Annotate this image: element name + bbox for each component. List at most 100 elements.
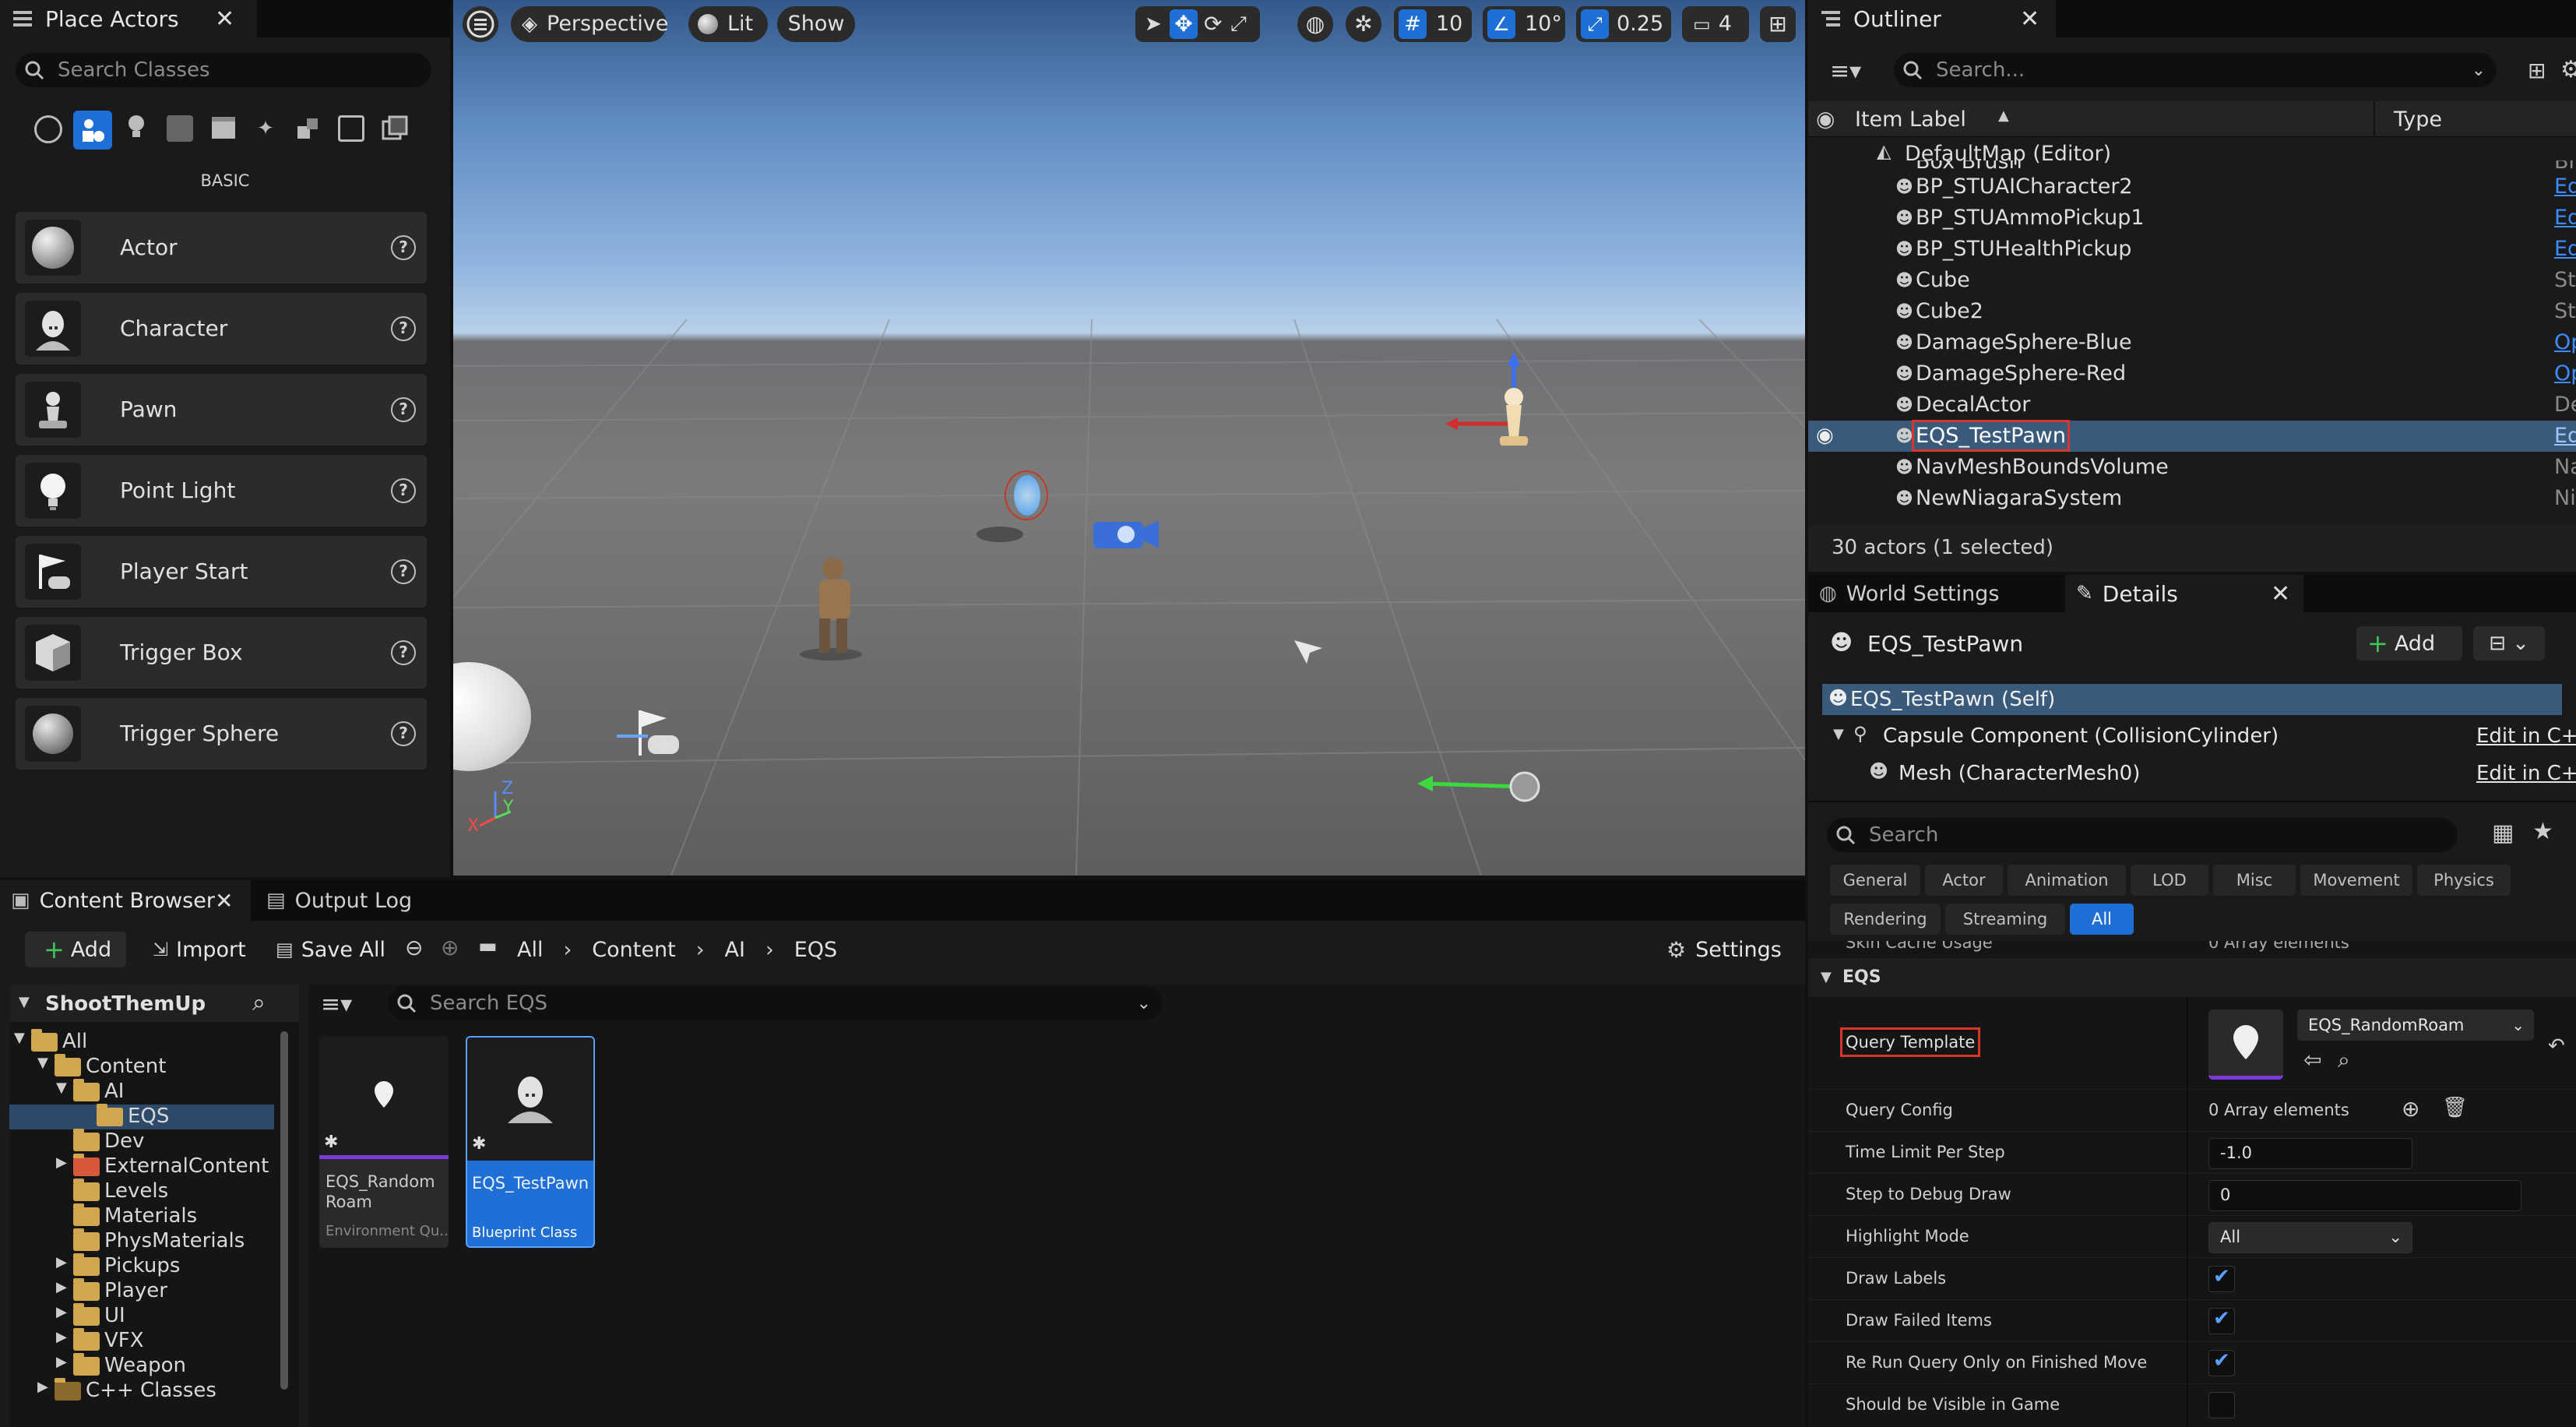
close-icon[interactable]: ✕ xyxy=(2271,580,2290,608)
outliner-row-type[interactable]: Edit BP_STUAmmoP xyxy=(2554,206,2576,230)
search-icon[interactable]: ⌕ xyxy=(252,989,266,1017)
outliner-row[interactable]: ☻BP_STUHealthPickup Edit BP_STUHealthP xyxy=(1808,234,2576,265)
draw-failed-items-checkbox[interactable]: ✔ xyxy=(2208,1307,2235,1334)
tree-item-materials[interactable]: Materials xyxy=(9,1203,274,1229)
chevron-down-icon[interactable]: ▼ xyxy=(19,994,30,1010)
actor-item-character[interactable]: Character ? xyxy=(16,293,427,365)
breadcrumb-item[interactable]: EQS xyxy=(794,938,837,962)
player-start-gizmo[interactable] xyxy=(617,701,695,763)
outliner-row[interactable]: ☻Cube StaticMeshActor xyxy=(1808,265,2576,296)
rerun-query-checkbox[interactable]: ✔ xyxy=(2208,1349,2235,1376)
save-all-button[interactable]: ▤ Save All xyxy=(276,932,392,967)
camera-actor-icon[interactable] xyxy=(1090,511,1162,553)
actor-item-player-start[interactable]: Player Start ? xyxy=(16,536,427,608)
category-all-classes-icon[interactable] xyxy=(382,115,408,142)
actor-item-actor[interactable]: Actor ? xyxy=(16,212,427,284)
trash-icon[interactable]: 🗑 xyxy=(2442,1096,2468,1119)
outliner-row-type[interactable]: Open STUDevDamag xyxy=(2554,330,2576,354)
category-streaming[interactable]: Streaming xyxy=(1945,904,2065,935)
category-actor[interactable]: Actor xyxy=(1925,865,2003,896)
visibility-eye-icon[interactable]: ◉ xyxy=(1816,424,1834,447)
grid-snap-button[interactable]: # 10 xyxy=(1394,6,1472,42)
green-arrow-gizmo[interactable] xyxy=(1411,760,1543,807)
column-type[interactable]: Type xyxy=(2394,107,2442,132)
level-viewport[interactable]: Z Y X ◈ Perspective Lit Show ➤ ✥ ⟳ ⤢ ◍ ✲… xyxy=(453,0,1805,876)
camera-speed-button[interactable]: ▭ 4 xyxy=(1682,6,1749,42)
asset-tile-selected[interactable]: ✱ EQS_TestPawn Blueprint Class xyxy=(466,1036,595,1248)
tree-item-eqs[interactable]: EQS xyxy=(9,1103,274,1129)
category-geometry-icon[interactable] xyxy=(294,115,321,142)
help-icon[interactable]: ? xyxy=(391,316,416,341)
outliner-row[interactable]: ☻DecalActorDecalActor xyxy=(1808,389,2576,421)
lit-button[interactable]: Lit xyxy=(688,6,768,42)
tree-item-ai[interactable]: ▼ AI xyxy=(9,1078,274,1105)
viewport-menu-button[interactable] xyxy=(463,6,498,42)
ai-character-object[interactable] xyxy=(796,545,866,662)
actor-item-point-light[interactable]: Point Light ? xyxy=(16,455,427,527)
tab-world-settings[interactable]: ◍ World Settings xyxy=(1808,575,2057,612)
eqs-testpawn-object[interactable] xyxy=(1438,351,1554,460)
edit-in-cpp-link[interactable]: Edit in C++ xyxy=(2476,762,2576,785)
asset-search-input[interactable]: Search EQS ⌄ xyxy=(388,986,1162,1020)
query-template-dropdown[interactable]: EQS_RandomRoam ⌄ xyxy=(2297,1009,2534,1041)
outliner-row-type[interactable]: Edit BP_STUHealthP xyxy=(2554,237,2576,261)
tree-item-content[interactable]: ▼ Content xyxy=(9,1053,274,1080)
close-icon[interactable]: ✕ xyxy=(215,5,234,33)
help-icon[interactable]: ? xyxy=(391,559,416,584)
highlight-mode-dropdown[interactable]: All ⌄ xyxy=(2208,1222,2412,1253)
damage-sphere-blue[interactable] xyxy=(1005,470,1048,520)
show-button[interactable]: Show xyxy=(777,6,855,42)
add-folder-icon[interactable]: ⊞ xyxy=(2528,58,2546,83)
select-tool-icon[interactable]: ➤ xyxy=(1145,6,1162,42)
actor-item-trigger-box[interactable]: Trigger Box ? xyxy=(16,617,427,689)
component-row-mesh[interactable]: ☻ Mesh (CharacterMesh0) Edit in C++ xyxy=(1822,757,2576,790)
tab-place-actors[interactable]: Place Actors ✕ xyxy=(0,0,257,37)
tree-item-ui[interactable]: ▶ UI xyxy=(9,1302,274,1329)
component-row-capsule[interactable]: ▼ ⚲ Capsule Component (CollisionCylinder… xyxy=(1822,720,2576,752)
tree-item-physmaterials[interactable]: PhysMaterials xyxy=(9,1228,274,1254)
breadcrumb-item[interactable]: Content xyxy=(592,938,675,962)
tree-item-dev[interactable]: Dev xyxy=(9,1128,274,1154)
star-icon[interactable]: ★ xyxy=(2532,818,2553,845)
outliner-row[interactable]: ☻DamageSphere-Red Open STUDevDamag xyxy=(1808,358,2576,389)
tree-item-weapon[interactable]: ▶ Weapon xyxy=(9,1352,274,1379)
viewport-layout-button[interactable]: ⊞ xyxy=(1760,6,1796,42)
outliner-row[interactable]: ☻DamageSphere-Blue Open STUDevDamag xyxy=(1808,327,2576,358)
filter-icon[interactable]: ≡▾ xyxy=(321,991,352,1018)
outliner-row[interactable]: ☻BP_STUAICharacter2 Edit BP_STUAIChara xyxy=(1808,171,2576,203)
sources-scrollbar[interactable] xyxy=(280,1031,288,1390)
category-physics[interactable]: Physics xyxy=(2417,865,2511,896)
outliner-row[interactable]: ☻Cube2 StaticMeshActor xyxy=(1808,296,2576,327)
category-lights-icon[interactable] xyxy=(126,114,146,140)
translate-tool-icon[interactable]: ✥ xyxy=(1170,9,1198,39)
outliner-row-type[interactable]: Edit BP_STUAIChara xyxy=(2554,174,2576,199)
category-misc[interactable]: Misc xyxy=(2213,865,2296,896)
tree-item-externalcontent[interactable]: ▶ ExternalContent xyxy=(9,1153,274,1179)
category-movement[interactable]: Movement xyxy=(2300,865,2412,896)
world-local-button[interactable]: ◍ xyxy=(1297,6,1333,42)
outliner-row[interactable]: ☻BP_STUAmmoPickup1 Edit BP_STUAmmoP xyxy=(1808,203,2576,234)
outliner-row[interactable]: ☻NavMeshBoundsVolume NavMeshBoundsVolu xyxy=(1808,452,2576,483)
help-icon[interactable]: ? xyxy=(391,640,416,665)
tree-item-levels[interactable]: Levels xyxy=(9,1178,274,1204)
scale-snap-button[interactable]: ⤢ 0.25 xyxy=(1576,6,1671,42)
breadcrumb-item[interactable]: AI xyxy=(725,938,745,962)
category-rendering[interactable]: Rendering xyxy=(1830,904,1941,935)
content-settings-button[interactable]: ⚙ Settings xyxy=(1666,932,1799,967)
actor-item-trigger-sphere[interactable]: Trigger Sphere ? xyxy=(16,698,427,770)
component-row-self[interactable]: ☻ EQS_TestPawn (Self) xyxy=(1822,684,2562,715)
tree-item-all[interactable]: ▼ All xyxy=(9,1028,274,1055)
category-recent-icon[interactable] xyxy=(34,115,62,143)
help-icon[interactable]: ? xyxy=(391,397,416,422)
tree-item-player[interactable]: ▶ Player xyxy=(9,1277,274,1304)
import-button[interactable]: ⇲ Import xyxy=(153,932,254,967)
breadcrumb-item[interactable]: All xyxy=(517,938,543,962)
filter-icon[interactable]: ≡▾ xyxy=(1830,58,1861,85)
column-item-label[interactable]: Item Label xyxy=(1855,107,1966,132)
category-shapes-icon[interactable] xyxy=(167,115,193,142)
edit-in-cpp-link[interactable]: Edit in C++ xyxy=(2476,724,2576,748)
help-icon[interactable]: ? xyxy=(391,721,416,746)
pickup-arrow-object[interactable] xyxy=(1291,636,1325,667)
add-component-button[interactable]: + Add xyxy=(2356,626,2462,661)
reset-to-default-icon[interactable]: ↶ xyxy=(2548,1034,2565,1058)
